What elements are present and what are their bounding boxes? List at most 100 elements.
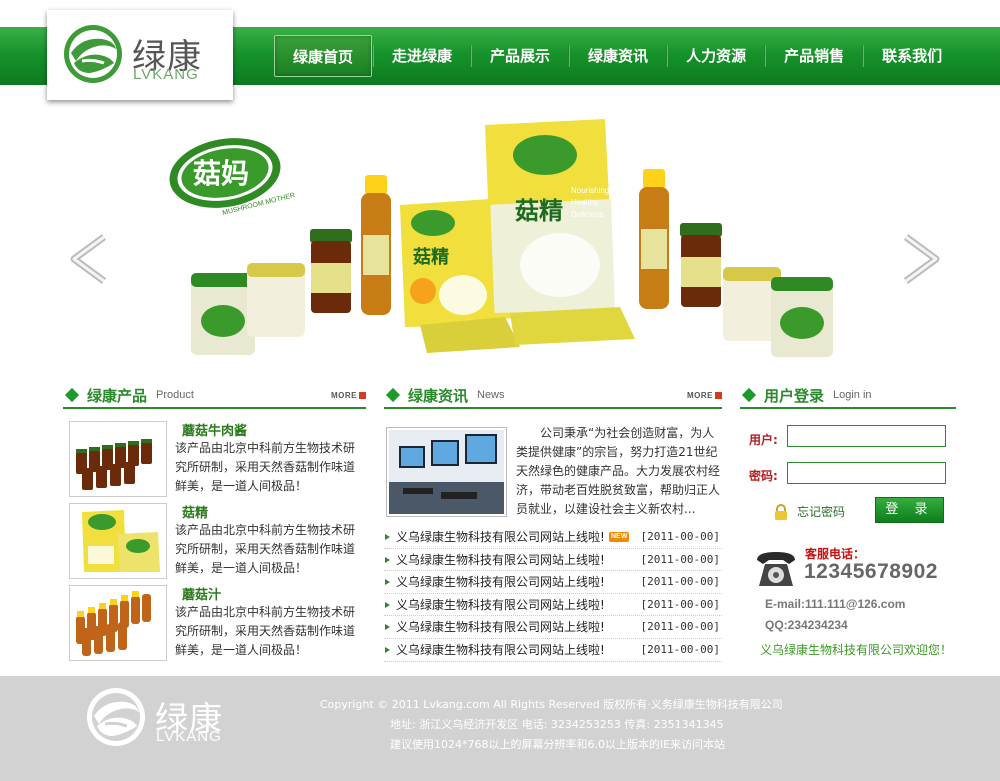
footer-logo-en: LVKANG bbox=[156, 728, 222, 745]
news-item[interactable]: 义乌绿康生物科技有限公司网站上线啦! [2011-00-00] bbox=[384, 639, 722, 662]
news-header: 绿康资讯 News MORE bbox=[384, 385, 722, 409]
news-item[interactable]: 义乌绿康生物科技有限公司网站上线啦! [2011-00-00] bbox=[384, 616, 722, 639]
more-label: MORE bbox=[687, 391, 713, 400]
svg-text:菇精: 菇精 bbox=[515, 197, 563, 225]
forgot-password-link[interactable]: 忘记密码 bbox=[797, 503, 845, 520]
footer-leaf-logo-icon bbox=[87, 688, 145, 746]
news-item-date: [2011-00-00] bbox=[640, 552, 720, 566]
contact-qq: QQ:234234234 bbox=[765, 618, 848, 632]
nav-item-news[interactable]: 绿康资讯 bbox=[570, 35, 666, 77]
carousel-prev-arrow-icon[interactable] bbox=[66, 233, 110, 285]
username-label: 用户: bbox=[749, 433, 778, 447]
news-more-link[interactable]: MORE bbox=[687, 391, 722, 400]
svg-text:Delicious: Delicious bbox=[571, 210, 603, 219]
product-description: 该产品由北京中科前方生物技术研究所研制，采用天然香菇制作味道鲜美，是一道人间极品… bbox=[175, 523, 356, 575]
product-thumbnail[interactable] bbox=[69, 503, 167, 579]
service-phone-number: 12345678902 bbox=[804, 560, 938, 583]
products-title: 绿康产品 bbox=[87, 387, 148, 405]
footer: 绿康 LVKANG Copyright © 2011 Lvkang.com Al… bbox=[0, 676, 1000, 781]
diamond-icon bbox=[385, 387, 401, 403]
news-title: 绿康资讯 bbox=[408, 387, 469, 405]
mushroom-mother-logo: 菇妈 MUSHROOM MOTHER bbox=[169, 138, 296, 217]
nav-item-hr[interactable]: 人力资源 bbox=[668, 35, 764, 77]
login-header: 用户登录 Login in bbox=[740, 385, 956, 409]
news-item-date: [2011-00-00] bbox=[640, 642, 720, 656]
bullet-arrow-icon bbox=[385, 646, 390, 653]
news-item-date: [2011-00-00] bbox=[640, 597, 720, 611]
product-item[interactable]: 蘑菇牛肉酱 该产品由北京中科前方生物技术研究所研制，采用天然香菇制作味道鲜美，是… bbox=[69, 421, 359, 497]
diamond-icon bbox=[64, 387, 80, 403]
news-item[interactable]: 义乌绿康生物科技有限公司网站上线啦! [2011-00-00] bbox=[384, 549, 722, 572]
site-logo[interactable]: 绿康 LVKANG bbox=[47, 10, 233, 100]
news-item[interactable]: 义乌绿康生物科技有限公司网站上线啦! NEW [2011-00-00] bbox=[384, 526, 722, 549]
news-item-title[interactable]: 义乌绿康生物科技有限公司网站上线啦! bbox=[396, 549, 605, 571]
banner-product-image: 菇妈 MUSHROOM MOTHER 菇精 Nourishing Healthy… bbox=[169, 119, 833, 357]
more-label: MORE bbox=[331, 391, 357, 400]
banner-carousel: 菇妈 MUSHROOM MOTHER 菇精 Nourishing Healthy… bbox=[0, 85, 1000, 375]
bullet-arrow-icon bbox=[385, 579, 390, 586]
products-more-link[interactable]: MORE bbox=[331, 391, 366, 400]
product-thumbnail[interactable] bbox=[69, 421, 167, 497]
product-name[interactable]: 菇精 bbox=[182, 502, 208, 521]
login-title: 用户登录 bbox=[764, 387, 825, 405]
svg-text:菇精: 菇精 bbox=[413, 246, 449, 268]
product-bag-large: 菇精 Nourishing Healthy Delicious bbox=[485, 119, 615, 319]
products-header: 绿康产品 Product MORE bbox=[63, 385, 366, 409]
contact-email: E-mail:111.111@126.com bbox=[765, 597, 906, 611]
bullet-arrow-icon bbox=[385, 601, 390, 608]
product-item[interactable]: 蘑菇汁 该产品由北京中科前方生物技术研究所研制，采用天然香菇制作味道鲜美，是一道… bbox=[69, 585, 359, 661]
news-item-date: [2011-00-00] bbox=[640, 575, 720, 589]
bullet-arrow-icon bbox=[385, 534, 390, 540]
products-subtitle: Product bbox=[156, 389, 194, 401]
nav-item-about[interactable]: 走进绿康 bbox=[374, 35, 470, 77]
news-item-date: [2011-00-00] bbox=[640, 530, 720, 543]
news-item-title[interactable]: 义乌绿康生物科技有限公司网站上线啦! bbox=[396, 526, 605, 548]
product-thumbnail[interactable] bbox=[69, 585, 167, 661]
new-badge: NEW bbox=[609, 532, 630, 542]
svg-text:菇妈: 菇妈 bbox=[193, 157, 249, 190]
news-item-title[interactable]: 义乌绿康生物科技有限公司网站上线啦! bbox=[396, 571, 605, 593]
product-description: 该产品由北京中科前方生物技术研究所研制，采用天然香菇制作味道鲜美，是一道人间极品… bbox=[175, 441, 356, 493]
more-arrow-icon bbox=[715, 392, 722, 400]
nav-item-products[interactable]: 产品展示 bbox=[472, 35, 568, 77]
product-bag-small: 菇精 bbox=[400, 199, 495, 327]
more-arrow-icon bbox=[359, 392, 366, 400]
main-nav: 绿康首页 走进绿康 产品展示 绿康资讯 人力资源 产品销售 联系我们 bbox=[274, 35, 960, 79]
news-item-date: [2011-00-00] bbox=[640, 620, 720, 634]
password-input[interactable] bbox=[787, 462, 946, 484]
product-item[interactable]: 菇精 该产品由北京中科前方生物技术研究所研制，采用天然香菇制作味道鲜美，是一道人… bbox=[69, 503, 359, 579]
svg-text:Nourishing: Nourishing bbox=[571, 186, 609, 195]
news-list: 义乌绿康生物科技有限公司网站上线啦! NEW [2011-00-00] 义乌绿康… bbox=[384, 526, 722, 662]
product-name[interactable]: 蘑菇汁 bbox=[182, 584, 221, 603]
logo-name-en: LVKANG bbox=[133, 66, 199, 83]
diamond-icon bbox=[741, 387, 757, 403]
product-name[interactable]: 蘑菇牛肉酱 bbox=[182, 420, 247, 439]
product-description: 该产品由北京中科前方生物技术研究所研制，采用天然香菇制作味道鲜美，是一道人间极品… bbox=[175, 605, 356, 657]
news-thumbnail[interactable] bbox=[386, 427, 507, 517]
nav-item-home[interactable]: 绿康首页 bbox=[274, 35, 373, 77]
news-item[interactable]: 义乌绿康生物科技有限公司网站上线啦! [2011-00-00] bbox=[384, 571, 722, 594]
lock-icon bbox=[775, 504, 787, 520]
welcome-text: 义乌绿康生物科技有限公司欢迎您！ bbox=[760, 643, 953, 657]
bullet-arrow-icon bbox=[385, 624, 390, 631]
footer-notice: 建议使用1024*768以上的屏幕分辨率和6.0以上版本的IE来访问本站 bbox=[390, 738, 726, 751]
leaf-logo-icon bbox=[64, 25, 122, 83]
footer-copyright: Copyright © 2011 Lvkang.com All Rights R… bbox=[320, 698, 783, 711]
username-input[interactable] bbox=[787, 425, 946, 447]
news-intro-text: 公司秉承“为社会创造财富，为人类提供健康”的宗旨，努力打造21世纪天然绿色的健康… bbox=[516, 426, 721, 516]
nav-item-sales[interactable]: 产品销售 bbox=[766, 35, 862, 77]
svg-text:Healthy: Healthy bbox=[571, 198, 598, 207]
carousel-next-arrow-icon[interactable] bbox=[900, 233, 944, 285]
password-label: 密码: bbox=[749, 469, 778, 483]
nav-item-contact[interactable]: 联系我们 bbox=[864, 35, 960, 77]
footer-address: 地址: 浙江义乌经济开发区 电话: 3234253253 传真: 2351341… bbox=[390, 718, 724, 731]
login-button[interactable]: 登 录 bbox=[875, 497, 944, 523]
login-subtitle: Login in bbox=[833, 389, 872, 401]
news-item[interactable]: 义乌绿康生物科技有限公司网站上线啦! [2011-00-00] bbox=[384, 594, 722, 617]
news-item-title[interactable]: 义乌绿康生物科技有限公司网站上线啦! bbox=[396, 616, 605, 638]
telephone-icon bbox=[757, 552, 795, 586]
news-item-title[interactable]: 义乌绿康生物科技有限公司网站上线啦! bbox=[396, 594, 605, 616]
bullet-arrow-icon bbox=[385, 556, 390, 563]
news-item-title[interactable]: 义乌绿康生物科技有限公司网站上线啦! bbox=[396, 639, 605, 661]
news-subtitle: News bbox=[477, 389, 505, 401]
